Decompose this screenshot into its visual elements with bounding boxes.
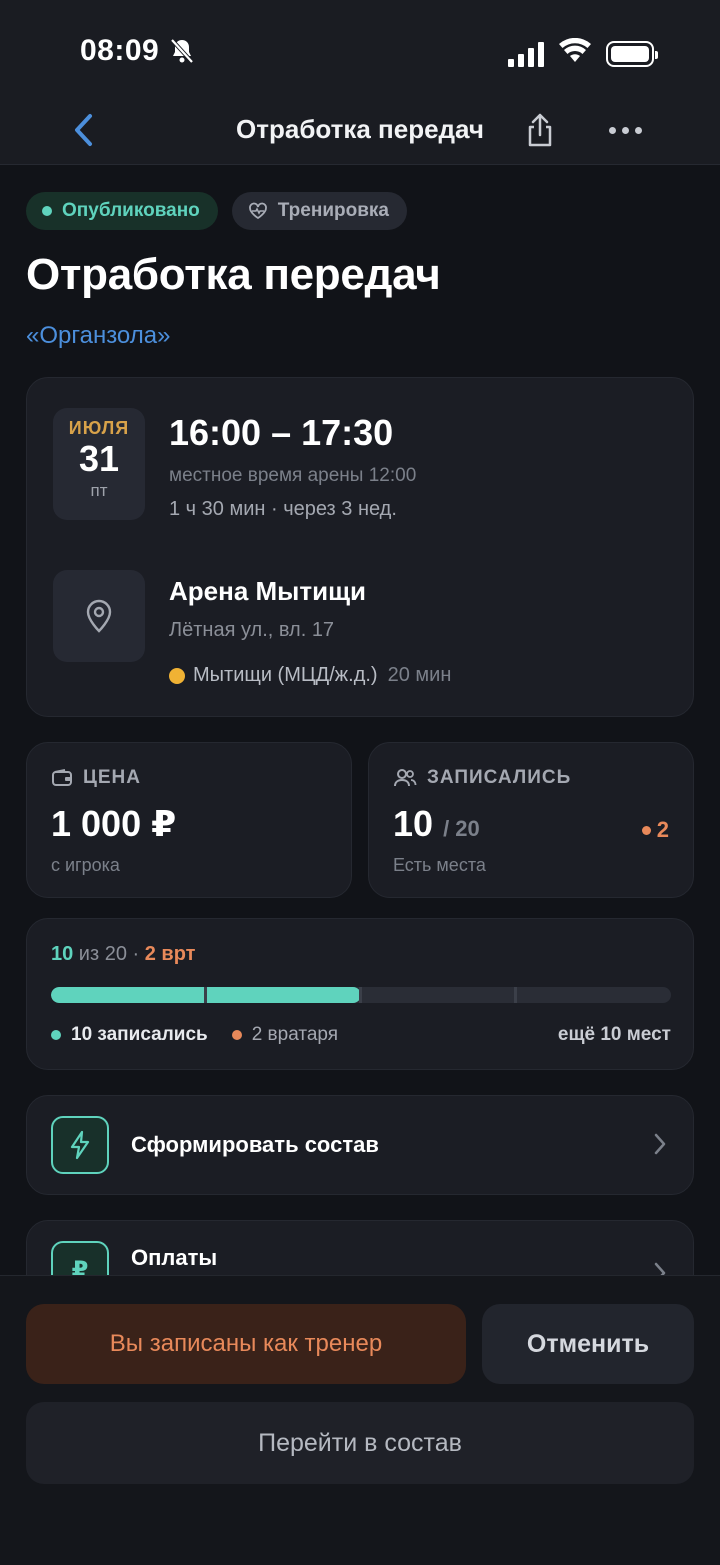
progress-count: 10 [51,943,74,965]
station-line-dot [169,667,185,684]
joined-label: ЗАПИСАЛИСЬ [427,767,572,788]
legend-goalies: 2 вратаря [231,1024,339,1046]
event-chips: Опубликовано Тренировка [26,192,407,230]
goalies-dot [641,825,651,835]
heart-pulse-icon [248,202,267,220]
more-button[interactable] [603,112,647,148]
progress-legend: 10 записались 2 вратаря ещё 10 мест [51,1024,671,1046]
share-icon [528,113,552,147]
wifi-icon [558,37,592,69]
form-roster-row[interactable]: Сформировать состав [26,1095,694,1195]
price-sub: с игрока [51,855,120,875]
event-info-card: ИЮЛЯ 31 пт 16:00 – 17:30 местное время а… [26,377,694,717]
joined-value: 10 / 20 [393,803,480,845]
page-title: Отработка передач [26,250,441,299]
date-badge: ИЮЛЯ 31 пт [53,408,145,520]
users-icon [394,769,417,787]
price-value: 1 000 ₽ [51,803,177,844]
share-button[interactable] [522,108,558,152]
lightning-icon [70,1130,90,1160]
go-to-roster-button[interactable]: Перейти в состав [26,1402,694,1484]
joined-card: ЗАПИСАЛИСЬ 10 / 20 2 Есть места [368,742,694,898]
goalies-count: 2 [656,817,669,842]
duration: 1 ч 30 мин · через 3 нед. [169,498,397,520]
progress-goalies: 2 врт [144,943,196,965]
date-weekday: пт [90,481,108,500]
legend-goalies-label: 2 вратаря [251,1024,339,1045]
organizer-link[interactable]: «Органзола» [26,322,170,350]
station-walk-time: 20 мин [387,664,452,686]
price-label-row: ЦЕНА [51,767,141,789]
legend-players-label: 10 записались [71,1024,208,1045]
remaining-spots: ещё 10 мест [557,1024,671,1045]
arena-address: Лётная ул., вл. 17 [169,619,335,641]
progress-of-total: из 20 · [73,943,145,965]
location-icon-box [53,570,145,662]
joined-label-row: ЗАПИСАЛИСЬ [393,767,571,789]
date-month: ИЮЛЯ [68,418,130,438]
goalies-badge: 2 [641,817,669,843]
progress-header: 10 из 20 · 2 врт [51,943,195,966]
legend-goalies-dot [231,1030,242,1040]
payments-label: Оплаты [131,1245,218,1270]
status-time: 08:09 [80,34,160,67]
progress-tick [359,987,362,1003]
bell-slash-icon [170,38,194,69]
price-label: ЦЕНА [83,767,141,788]
time-range: 16:00 – 17:30 [169,412,394,453]
arena-name[interactable]: Арена Мытищи [169,576,366,607]
progress-tick [204,987,207,1003]
battery-icon [606,40,658,67]
status-badge-label: Опубликовано [62,200,200,221]
chevron-right-icon [654,1133,666,1155]
joined-total: / 20 [443,816,480,841]
station-name: Мытищи (МЦД/ж.д.) [193,664,378,686]
date-day: 31 [78,438,120,479]
type-badge-label: Тренировка [277,200,389,221]
joined-count: 10 [393,803,434,844]
status-badge: Опубликовано [26,192,218,230]
progress-bar [51,987,671,1003]
map-pin-icon [86,599,112,633]
progress-tick [514,987,517,1003]
action-icon-box [51,1116,109,1174]
type-badge: Тренировка [231,192,407,230]
form-roster-label: Сформировать состав [131,1132,379,1157]
coach-status-button[interactable]: Вы записаны как тренер [26,1304,466,1384]
price-card: ЦЕНА 1 000 ₽ с игрока [26,742,352,898]
local-time: местное время арены 12:00 [169,465,417,486]
legend-players-dot [51,1030,61,1040]
metro-station: Мытищи (МЦД/ж.д.) 20 мин [169,664,451,687]
navigation-bar: Отработка передач [0,100,720,165]
bottom-action-bar: Вы записаны как тренер Отменить Перейти … [0,1275,720,1565]
joined-sub: Есть места [393,855,486,875]
cancel-button[interactable]: Отменить [482,1304,694,1384]
status-bar: 08:09 [0,0,720,100]
cellular-signal-icon [508,41,544,67]
wallet-icon [52,769,72,786]
roster-progress-card: 10 из 20 · 2 врт 10 записались 2 вратаря… [26,918,694,1070]
legend-players: 10 записались [51,1024,208,1046]
status-dot [42,206,52,216]
